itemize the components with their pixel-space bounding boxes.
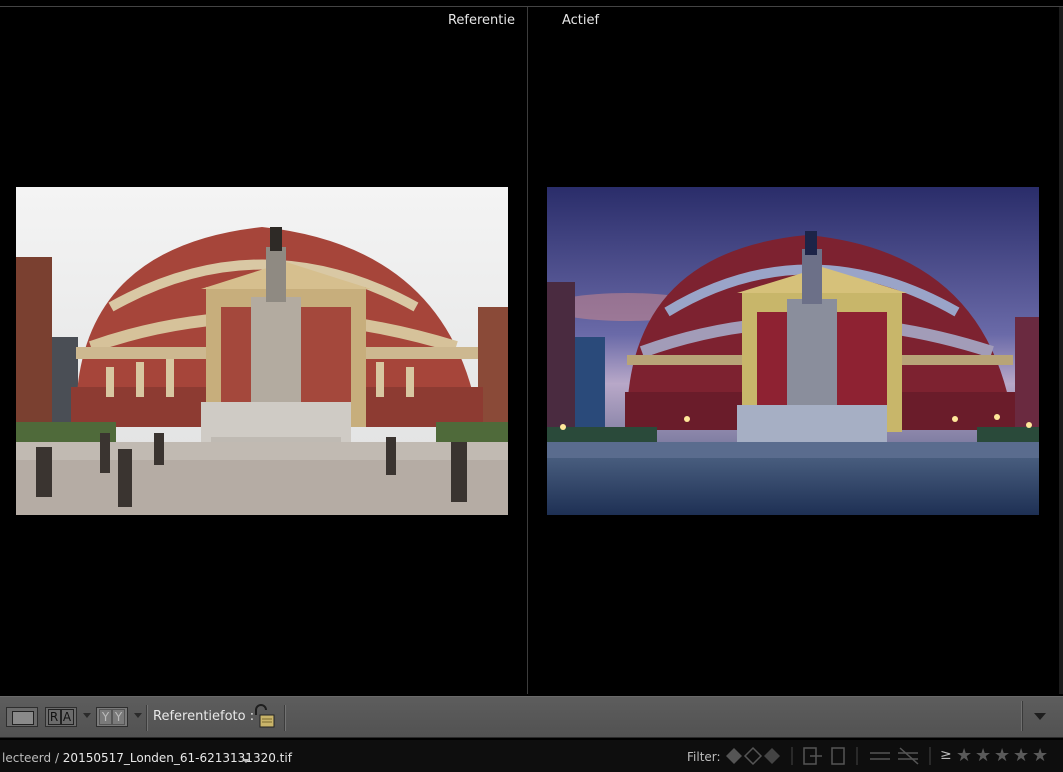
ra-r-glyph: R: [48, 709, 61, 725]
filename-dropdown-caret-icon[interactable]: [242, 759, 250, 763]
active-view[interactable]: Actief: [528, 7, 1063, 694]
edit-filter-icons[interactable]: [803, 747, 845, 765]
active-photo-image: [547, 187, 1039, 515]
reference-photo-label: Referentiefoto :: [153, 709, 255, 724]
compare-toolbar: RA YY Referentiefoto :: [0, 696, 1063, 738]
toolbar-separator: [146, 705, 147, 731]
toolbar-separator: [284, 705, 285, 731]
split-yy-button[interactable]: YY: [96, 707, 128, 727]
side-by-side-ra-button[interactable]: RA: [45, 707, 77, 727]
reference-photo[interactable]: [16, 187, 508, 515]
reference-view[interactable]: Referentie: [0, 7, 527, 694]
filmstrip-status-bar: lecteerd / 20150517_Londen_61-6213131320…: [0, 740, 1063, 772]
reference-label: Referentie: [447, 13, 515, 28]
yy-y2-glyph: Y: [112, 709, 125, 725]
active-photo[interactable]: [547, 187, 1039, 515]
yy-dropdown-caret-icon[interactable]: [134, 713, 142, 718]
yy-y1-glyph: Y: [99, 709, 112, 725]
ra-a-glyph: A: [61, 709, 74, 725]
adjustment-filter-icons[interactable]: [870, 747, 919, 765]
filter-icons: [726, 746, 931, 766]
single-view-button[interactable]: [6, 707, 38, 727]
toolbar-options-dropdown[interactable]: [1022, 701, 1056, 731]
active-label: Actief: [562, 13, 600, 28]
right-scroll-edge: [1059, 7, 1063, 694]
current-filename: 20150517_Londen_61-6213131320.tif: [62, 751, 292, 765]
ra-dropdown-caret-icon[interactable]: [83, 713, 91, 718]
unlock-icon[interactable]: [252, 703, 276, 729]
path-prefix: lecteerd /: [2, 751, 63, 765]
filter-label: Filter:: [687, 750, 721, 764]
flag-filter-icons[interactable]: [726, 746, 780, 766]
reference-photo-image: [16, 187, 508, 515]
